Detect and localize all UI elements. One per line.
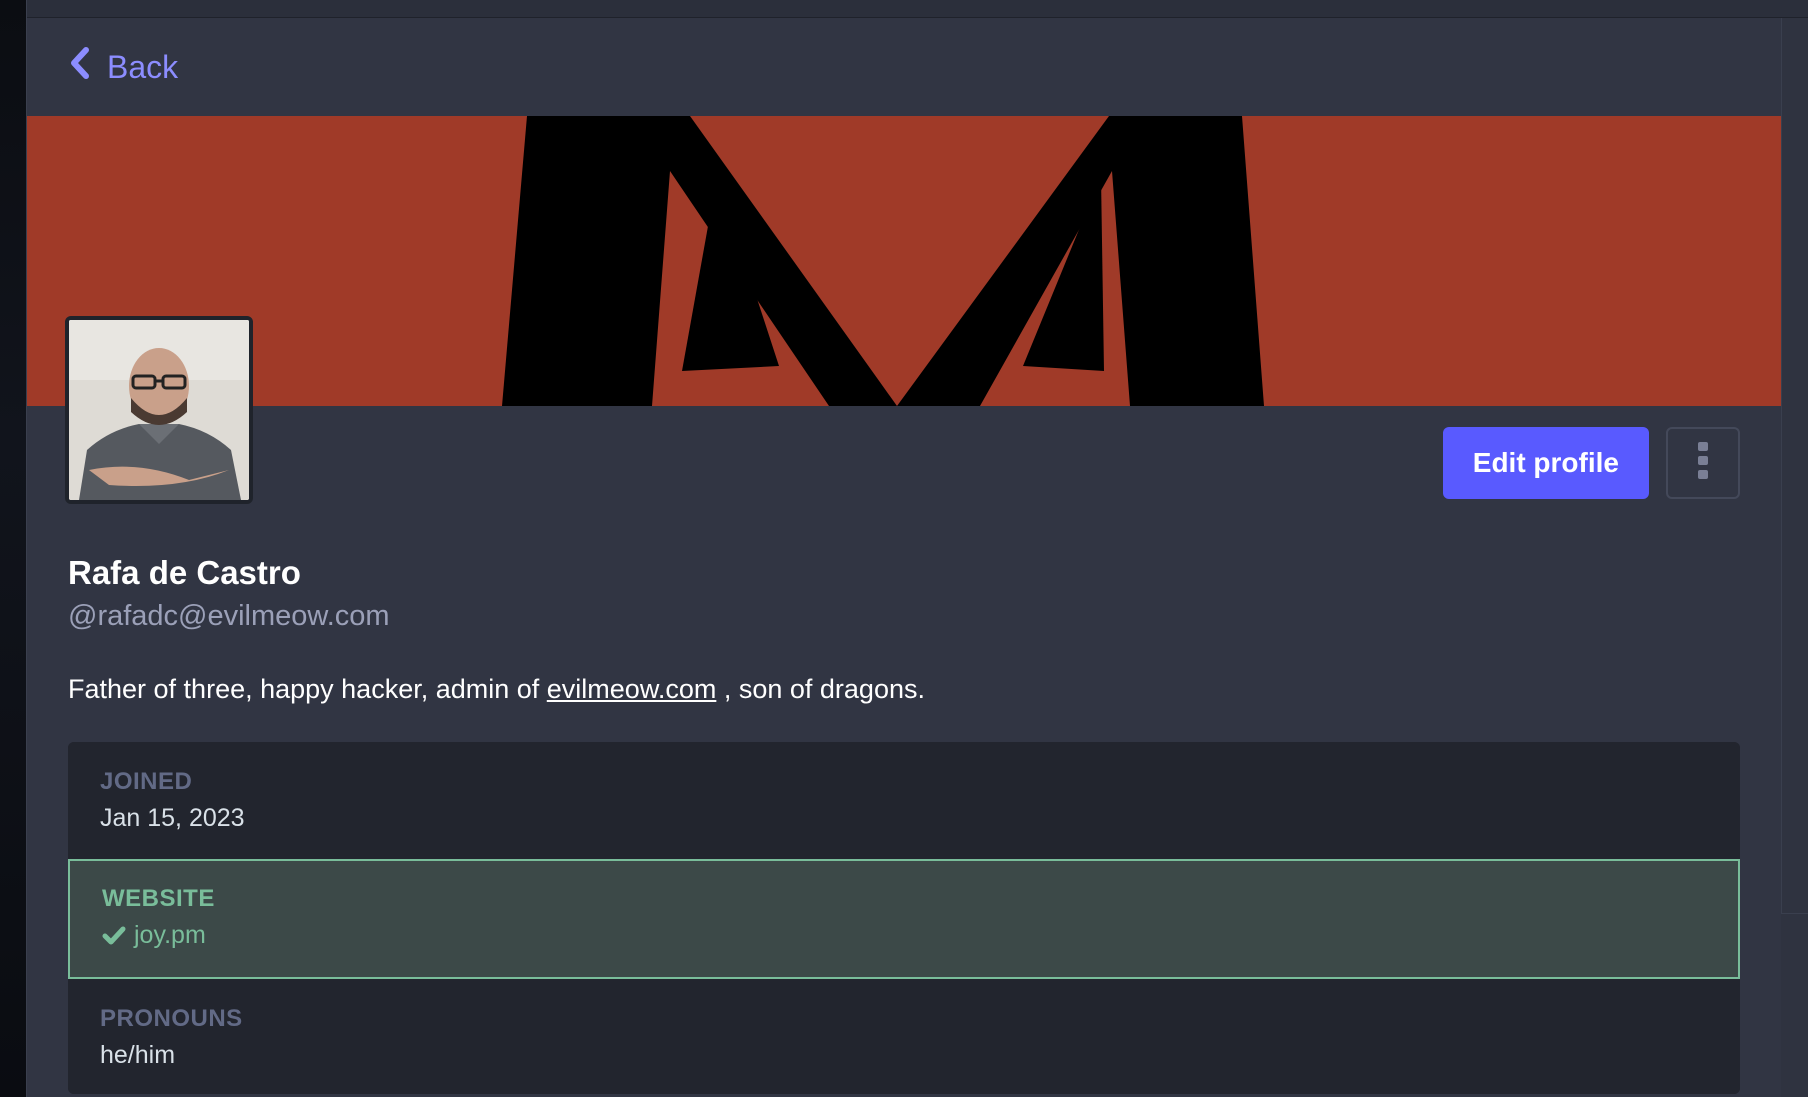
field-value: he/him <box>100 1041 1708 1070</box>
chevron-left-icon <box>69 47 91 87</box>
profile-bio: Father of three, happy hacker, admin of … <box>68 674 925 705</box>
field-label: PRONOUNS <box>100 1005 243 1032</box>
profile-fields: JOINED Jan 15, 2023 WEBSITE joy.pm PRONO… <box>68 742 1740 1094</box>
website-link[interactable]: joy.pm <box>134 921 206 950</box>
profile-column: Back Edit profile Rafa de Castro @rafadc… <box>27 18 1781 1097</box>
field-pronouns: PRONOUNS he/him <box>68 979 1740 1094</box>
right-column <box>1781 18 1808 1097</box>
field-label: WEBSITE <box>102 885 215 912</box>
bio-link[interactable]: evilmeow.com <box>547 674 717 704</box>
field-value: Jan 15, 2023 <box>100 804 1708 833</box>
bio-text-after: , son of dragons. <box>716 674 925 704</box>
field-joined: JOINED Jan 15, 2023 <box>68 742 1740 859</box>
top-window-edge <box>27 0 1808 18</box>
ellipsis-vertical-icon <box>1696 441 1710 486</box>
avatar[interactable] <box>65 316 253 504</box>
profile-actions: Edit profile <box>1442 427 1740 499</box>
field-value-text: Jan 15, 2023 <box>100 804 245 832</box>
account-handle: @rafadc@evilmeow.com <box>68 600 390 632</box>
profile-header-image <box>27 116 1781 406</box>
field-value-text: he/him <box>100 1041 176 1069</box>
edit-profile-button[interactable]: Edit profile <box>1442 427 1649 499</box>
scrollbar-track[interactable] <box>1781 18 1808 914</box>
bio-text-before: Father of three, happy hacker, admin of <box>68 674 547 704</box>
field-value: joy.pm <box>102 921 1706 950</box>
field-label: JOINED <box>100 768 193 795</box>
back-bar: Back <box>27 18 1781 116</box>
field-website: WEBSITE joy.pm <box>68 859 1740 979</box>
back-button[interactable]: Back <box>69 47 178 87</box>
back-label: Back <box>107 48 179 85</box>
left-window-edge <box>0 0 27 1097</box>
display-name: Rafa de Castro <box>68 554 301 591</box>
check-icon <box>102 926 126 946</box>
more-options-button[interactable] <box>1666 427 1740 499</box>
